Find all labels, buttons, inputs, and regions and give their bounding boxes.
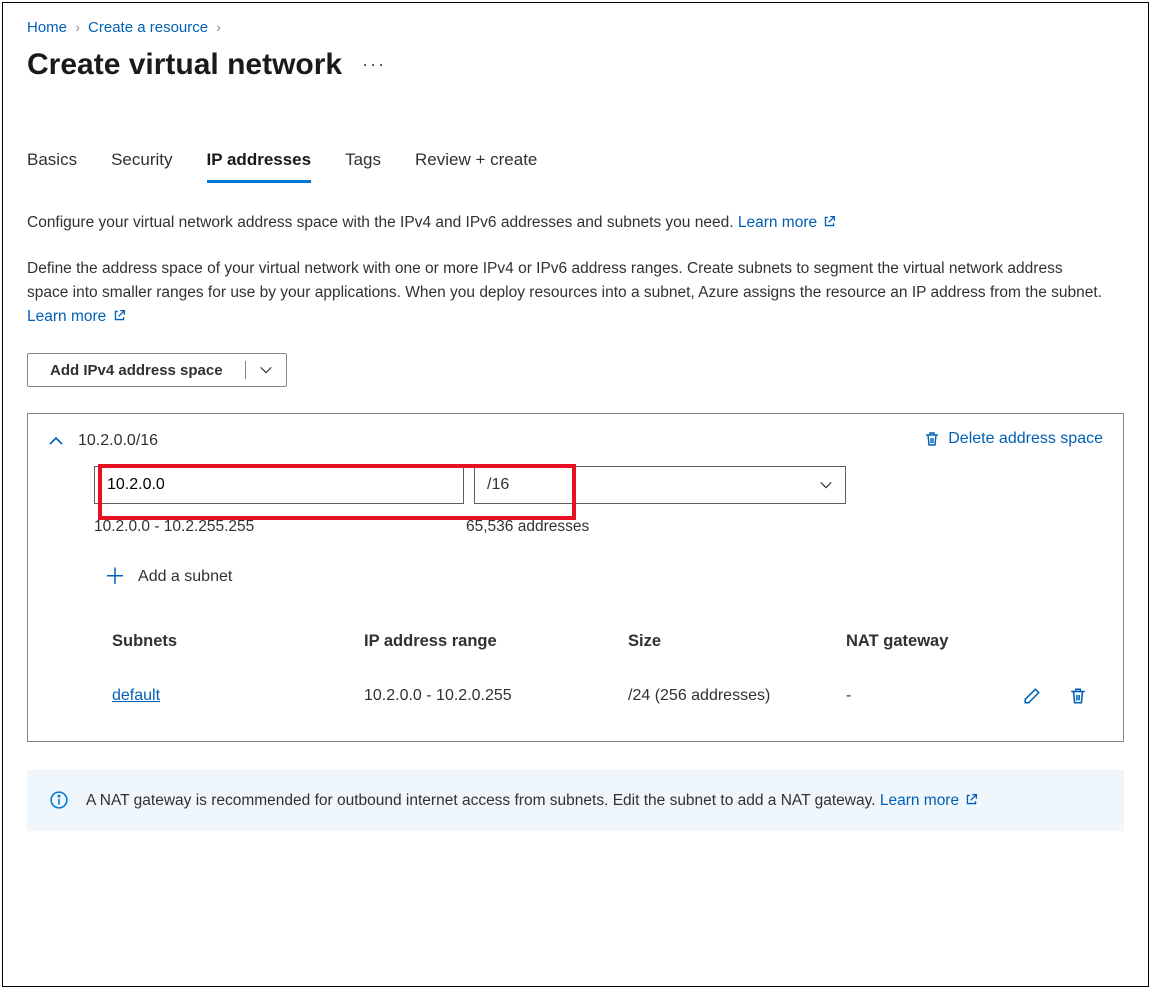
- add-ipv4-label: Add IPv4 address space: [28, 354, 245, 386]
- chevron-down-icon[interactable]: [246, 354, 286, 386]
- trash-icon: [924, 431, 940, 447]
- address-space-ip-input[interactable]: [94, 466, 464, 504]
- chevron-right-icon: ›: [212, 19, 225, 35]
- intro-paragraph-2: Define the address space of your virtual…: [27, 257, 1107, 329]
- external-link-icon: [823, 215, 836, 228]
- col-subnets: Subnets: [112, 632, 362, 673]
- intro-paragraph-1: Configure your virtual network address s…: [27, 211, 1107, 235]
- address-space-header: 10.2.0.0/16: [78, 432, 158, 450]
- chevron-down-icon: [819, 478, 833, 492]
- learn-more-link[interactable]: Learn more: [738, 214, 837, 231]
- tab-tags[interactable]: Tags: [345, 144, 381, 183]
- learn-more-link-2[interactable]: Learn more: [27, 308, 126, 325]
- chevron-right-icon: ›: [71, 19, 84, 35]
- info-icon: [50, 791, 68, 809]
- more-actions-button[interactable]: ···: [362, 54, 386, 77]
- add-subnet-button[interactable]: ＋ Add a subnet: [104, 566, 1103, 588]
- add-subnet-label: Add a subnet: [138, 568, 232, 586]
- address-space-card: 10.2.0.0/16 Delete address space /16 10.…: [27, 413, 1124, 742]
- tab-review-create[interactable]: Review + create: [415, 144, 537, 183]
- col-nat: NAT gateway: [846, 632, 1016, 673]
- delete-address-space-button[interactable]: Delete address space: [924, 430, 1103, 448]
- address-count-text: 65,536 addresses: [466, 518, 589, 536]
- external-link-icon: [113, 309, 126, 322]
- ip-range-text: 10.2.0.0 - 10.2.255.255: [94, 518, 466, 536]
- subnet-nat: -: [846, 675, 1016, 733]
- subnet-table: Subnets IP address range Size NAT gatewa…: [110, 630, 1103, 735]
- col-range: IP address range: [364, 632, 626, 673]
- page-title: Create virtual network: [27, 48, 342, 82]
- tab-basics[interactable]: Basics: [27, 144, 77, 183]
- delete-label: Delete address space: [948, 430, 1103, 448]
- breadcrumb-home[interactable]: Home: [27, 19, 67, 36]
- plus-icon: ＋: [104, 566, 126, 588]
- address-space-cidr-select[interactable]: /16: [474, 466, 846, 504]
- cidr-value: /16: [487, 476, 509, 494]
- info-text: A NAT gateway is recommended for outboun…: [86, 792, 876, 809]
- subnet-name-link[interactable]: default: [112, 687, 160, 704]
- col-size: Size: [628, 632, 844, 673]
- breadcrumb-create-resource[interactable]: Create a resource: [88, 19, 208, 36]
- external-link-icon: [965, 793, 978, 806]
- tab-ip-addresses[interactable]: IP addresses: [207, 144, 312, 183]
- table-row: default 10.2.0.0 - 10.2.0.255 /24 (256 a…: [112, 675, 1101, 733]
- nat-gateway-info: A NAT gateway is recommended for outboun…: [27, 770, 1124, 831]
- trash-icon[interactable]: [1069, 687, 1087, 705]
- tabs: Basics Security IP addresses Tags Review…: [27, 144, 1124, 183]
- add-ipv4-address-space-button[interactable]: Add IPv4 address space: [27, 353, 287, 387]
- tab-security[interactable]: Security: [111, 144, 172, 183]
- subnet-size: /24 (256 addresses): [628, 675, 844, 733]
- breadcrumb: Home › Create a resource ›: [27, 15, 1124, 42]
- subnet-range: 10.2.0.0 - 10.2.0.255: [364, 675, 626, 733]
- info-learn-more-link[interactable]: Learn more: [880, 792, 979, 809]
- chevron-up-icon[interactable]: [48, 433, 64, 449]
- edit-icon[interactable]: [1023, 687, 1041, 705]
